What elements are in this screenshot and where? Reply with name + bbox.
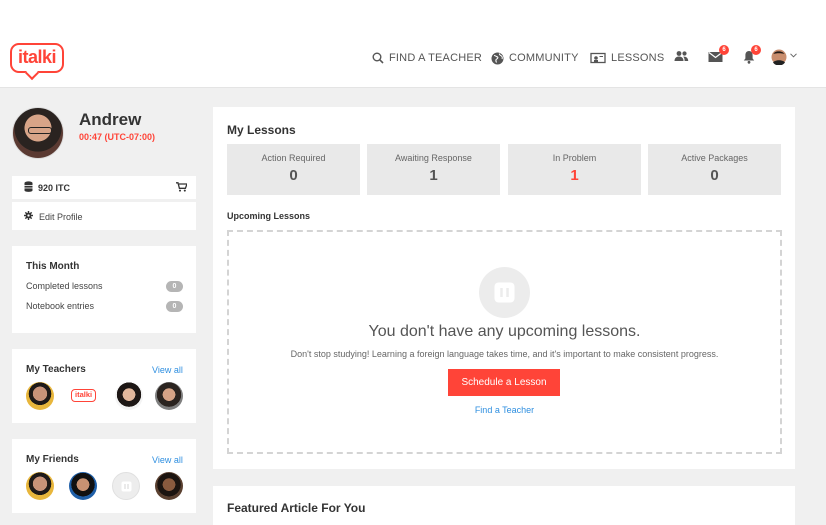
profile-local-time: 00:47 (UTC-07:00) bbox=[79, 132, 156, 142]
this-month-title: This Month bbox=[26, 261, 80, 272]
cart-icon[interactable] bbox=[176, 182, 187, 192]
teacher-avatar[interactable] bbox=[115, 382, 143, 410]
friend-avatar[interactable] bbox=[155, 472, 183, 500]
search-icon bbox=[372, 52, 384, 64]
lessons-icon bbox=[590, 52, 606, 63]
my-friends-view-all[interactable]: View all bbox=[152, 455, 183, 465]
profile-name: Andrew bbox=[79, 110, 142, 129]
stat-label: Active Packages bbox=[681, 153, 748, 163]
user-avatar bbox=[771, 49, 787, 66]
edit-profile-label: Edit Profile bbox=[39, 212, 83, 222]
empty-lessons-icon bbox=[479, 267, 530, 318]
nav-find-teacher-label: FIND A TEACHER bbox=[389, 52, 483, 64]
friends-nav-button[interactable] bbox=[673, 50, 690, 68]
featured-article-title: Featured Article For You bbox=[227, 501, 366, 515]
credits-value: 920 ITC bbox=[38, 183, 71, 193]
upcoming-lessons-empty-state bbox=[227, 230, 782, 454]
nav-lessons[interactable]: LESSONS bbox=[590, 50, 664, 66]
stat-awaiting-response[interactable]: Awaiting Response 1 bbox=[367, 144, 500, 195]
gear-icon bbox=[24, 211, 33, 220]
my-friends-card: My Friends View all bbox=[12, 439, 196, 513]
featured-article-card: Featured Article For You bbox=[213, 486, 795, 525]
my-teachers-card: My Teachers View all italki bbox=[12, 349, 196, 423]
my-teachers-title: My Teachers bbox=[26, 364, 86, 375]
messages-nav-button[interactable]: 6 bbox=[708, 45, 729, 68]
stat-active-packages[interactable]: Active Packages 0 bbox=[648, 144, 781, 195]
italki-logo[interactable]: italki bbox=[10, 43, 65, 73]
nav-lessons-label: LESSONS bbox=[611, 52, 665, 64]
schedule-lesson-button[interactable]: Schedule a Lesson bbox=[448, 369, 560, 396]
my-teachers-view-all[interactable]: View all bbox=[152, 365, 183, 375]
placeholder-icon bbox=[121, 481, 132, 492]
find-teacher-link[interactable]: Find a Teacher bbox=[227, 405, 782, 415]
stat-value: 0 bbox=[710, 167, 719, 184]
stat-label: In Problem bbox=[552, 153, 597, 163]
people-icon bbox=[674, 51, 689, 61]
empty-state-title: You don't have any upcoming lessons. bbox=[368, 323, 641, 340]
completed-lessons-label: Completed lessons bbox=[26, 281, 103, 291]
globe-icon bbox=[491, 52, 504, 64]
nav-community-label: COMMUNITY bbox=[509, 52, 579, 64]
notifications-badge: 6 bbox=[751, 45, 761, 55]
friend-avatar[interactable] bbox=[26, 472, 54, 500]
my-lessons-title: My Lessons bbox=[227, 123, 296, 137]
notifications-nav-button[interactable]: 6 bbox=[743, 45, 761, 69]
notebook-entries-label: Notebook entries bbox=[26, 301, 95, 311]
stat-label: Awaiting Response bbox=[395, 153, 472, 163]
notebook-entries-count: 0 bbox=[166, 301, 183, 312]
teacher-avatar-italki[interactable]: italki bbox=[71, 389, 97, 402]
stat-value: 1 bbox=[570, 167, 579, 184]
credits-row[interactable]: 920 ITC bbox=[12, 176, 196, 199]
stat-value: 0 bbox=[289, 167, 298, 184]
stat-label: Action Required bbox=[261, 153, 326, 163]
teacher-avatar[interactable] bbox=[155, 382, 183, 410]
nav-find-teacher[interactable]: FIND A TEACHER bbox=[372, 50, 482, 66]
my-friends-title: My Friends bbox=[26, 454, 79, 465]
edit-profile-link[interactable]: Edit Profile bbox=[12, 202, 196, 230]
top-navigation-bar: italki FIND A TEACHER COMMUNITY LESSONS … bbox=[0, 0, 826, 88]
coins-icon bbox=[24, 181, 33, 192]
empty-state-subtitle: Don't stop studying! Learning a foreign … bbox=[290, 349, 719, 359]
stat-value: 1 bbox=[429, 167, 438, 184]
nav-community[interactable]: COMMUNITY bbox=[491, 50, 579, 66]
friend-avatar-placeholder[interactable] bbox=[112, 472, 140, 500]
upcoming-lessons-title: Upcoming Lessons bbox=[227, 211, 311, 221]
chevron-down-icon bbox=[790, 53, 797, 58]
teacher-avatar[interactable] bbox=[26, 382, 54, 410]
stat-action-required[interactable]: Action Required 0 bbox=[227, 144, 360, 195]
profile-avatar[interactable] bbox=[12, 107, 64, 159]
friend-avatar[interactable] bbox=[69, 472, 97, 500]
messages-badge: 6 bbox=[719, 45, 729, 55]
completed-lessons-count: 0 bbox=[166, 281, 183, 292]
this-month-card: This Month Completed lessons 0 Notebook … bbox=[12, 246, 196, 333]
stat-in-problem[interactable]: In Problem 1 bbox=[508, 144, 641, 195]
account-menu[interactable] bbox=[771, 49, 797, 70]
